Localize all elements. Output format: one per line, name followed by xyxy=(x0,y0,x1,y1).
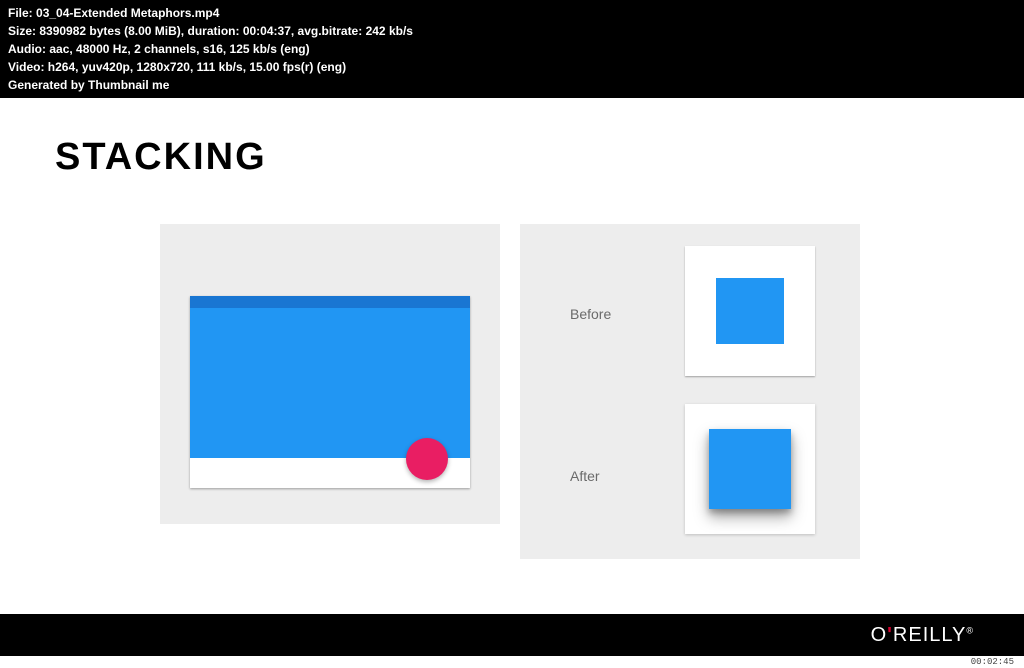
audio-channels: 2 xyxy=(134,42,141,56)
avgbitrate-value: 242 xyxy=(366,24,386,38)
after-card xyxy=(685,404,815,534)
duration-label: duration: xyxy=(187,24,239,38)
before-card xyxy=(685,246,815,376)
hz-word: Hz, xyxy=(113,42,131,56)
audio-fmt: s16, xyxy=(203,42,226,56)
audio-label: Audio: xyxy=(8,42,46,56)
right-panel: Before After xyxy=(520,224,860,559)
video-pixfmt: yuv420p, xyxy=(82,60,133,74)
audio-hz: 48000 xyxy=(76,42,109,56)
file-value: 03_04-Extended Metaphors.mp4 xyxy=(36,6,219,20)
video-bitrate: 111 xyxy=(197,60,216,74)
video-res: 1280x720, xyxy=(137,60,194,74)
slide-title: STACKING xyxy=(55,136,267,179)
file-label: File: xyxy=(8,6,33,20)
audio-bitrate: 125 xyxy=(230,42,250,56)
video-lang: (eng) xyxy=(317,60,346,74)
kbps: kb/s xyxy=(389,24,413,38)
channels-word: channels, xyxy=(144,42,199,56)
duration-value: 00:04:37, xyxy=(243,24,294,38)
kbps2: kb/s xyxy=(253,42,277,56)
before-square xyxy=(716,278,784,344)
avgbitrate-label: avg.bitrate: xyxy=(298,24,363,38)
brand-registered: ® xyxy=(966,625,974,635)
video-codec: h264, xyxy=(48,60,79,74)
mock-app-card xyxy=(190,296,470,488)
fps-word: fps(r) xyxy=(283,60,314,74)
brand-reilly: REILLY xyxy=(893,624,966,646)
size-label: Size: xyxy=(8,24,36,38)
left-panel xyxy=(160,224,500,524)
generated-by: Generated by Thumbnail me xyxy=(8,78,169,92)
slide-content: STACKING Before After O'REILLY® 00:02:45 xyxy=(0,98,1024,668)
timestamp: 00:02:45 xyxy=(971,657,1014,667)
size-mib: (8.00 MiB), xyxy=(124,24,184,38)
timestamp-bar: 00:02:45 xyxy=(0,656,1024,668)
brand-logo: O'REILLY® xyxy=(871,624,974,647)
audio-lang: (eng) xyxy=(280,42,309,56)
video-fps: 15.00 xyxy=(249,60,279,74)
after-label: After xyxy=(570,468,600,484)
bytes-word: bytes xyxy=(89,24,120,38)
after-square xyxy=(709,429,791,509)
mock-body xyxy=(190,308,470,458)
kbps3: kb/s xyxy=(219,60,243,74)
fab-icon xyxy=(406,438,448,480)
mock-appbar xyxy=(190,296,470,308)
size-bytes: 8390982 xyxy=(39,24,86,38)
audio-codec: aac, xyxy=(49,42,72,56)
brand-o: O xyxy=(871,624,888,646)
footer-bar: O'REILLY® xyxy=(0,614,1024,656)
video-label: Video: xyxy=(8,60,44,74)
metadata-header: File: 03_04-Extended Metaphors.mp4 Size:… xyxy=(0,0,1024,98)
before-label: Before xyxy=(570,306,611,322)
